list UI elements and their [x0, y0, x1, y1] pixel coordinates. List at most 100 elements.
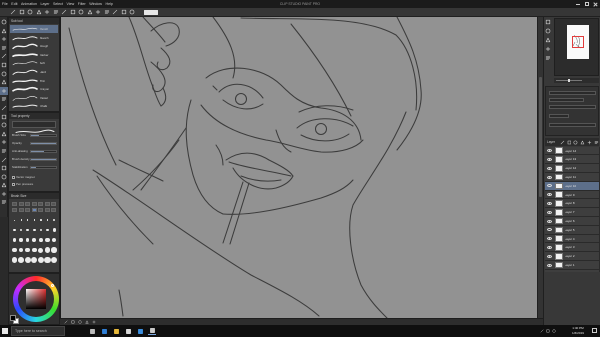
brush-size-dot[interactable]	[25, 238, 30, 242]
move-layer-icon[interactable]	[1, 45, 7, 51]
menu-item-help[interactable]: Help	[106, 0, 113, 8]
layer-effect-field[interactable]	[549, 123, 596, 127]
sub-tool-item[interactable]: Crayon	[10, 85, 58, 93]
blend-mode-field[interactable]	[549, 91, 596, 95]
brush-size-dot[interactable]	[27, 219, 29, 221]
brush-size-dot[interactable]	[19, 228, 23, 232]
brush-size-preset-tab[interactable]	[31, 207, 37, 212]
menu-item-edit[interactable]: Edit	[11, 0, 17, 8]
eye-icon[interactable]	[546, 184, 552, 188]
brush-size-dot[interactable]	[24, 257, 31, 263]
frame-icon[interactable]	[1, 165, 7, 171]
layer-row[interactable]: Layer 1	[545, 261, 599, 270]
redo-icon[interactable]	[44, 9, 50, 15]
eye-icon[interactable]	[546, 219, 552, 223]
new-file-icon[interactable]	[10, 9, 16, 15]
eye-icon[interactable]	[546, 193, 552, 197]
brush-size-preset-tab[interactable]	[25, 202, 30, 206]
gradient-icon[interactable]	[1, 148, 7, 154]
brush-size-dot[interactable]	[44, 247, 51, 253]
brush-icon[interactable]	[1, 96, 7, 102]
selection-icon[interactable]	[1, 53, 7, 59]
layer-property-icon[interactable]	[545, 55, 551, 61]
item-bank-icon[interactable]	[545, 37, 551, 43]
layer-row[interactable]: Layer 12	[545, 165, 599, 173]
brush-size-dot[interactable]	[25, 247, 31, 253]
deselect-icon[interactable]	[95, 9, 101, 15]
brush-size-dot[interactable]	[37, 256, 44, 264]
minimize-icon[interactable]	[573, 0, 582, 8]
network-icon[interactable]	[546, 329, 550, 333]
delete-layer-icon[interactable]	[594, 140, 599, 145]
tool-property-slider[interactable]	[30, 141, 57, 145]
layer-color-field[interactable]	[549, 105, 596, 109]
navigator-zoom-slider[interactable]	[556, 78, 582, 83]
new-vector-layer-icon[interactable]	[567, 140, 572, 145]
sub-tool-item[interactable]: Hard	[10, 68, 58, 76]
layer-row[interactable]: Layer 13	[545, 156, 599, 165]
brush-size-preset-tab[interactable]	[12, 207, 17, 212]
eye-icon[interactable]	[546, 237, 552, 241]
navigator-view-frame[interactable]	[572, 36, 584, 48]
operation-icon[interactable]	[1, 36, 7, 42]
show-selection-icon[interactable]	[112, 9, 118, 15]
brush-size-dot[interactable]	[52, 237, 57, 243]
cut-icon[interactable]	[61, 9, 67, 15]
brush-size-dot[interactable]	[33, 228, 36, 232]
task-view-icon[interactable]	[88, 327, 96, 335]
eye-icon[interactable]	[546, 210, 552, 214]
zoom-in-icon[interactable]	[92, 320, 96, 324]
eye-icon[interactable]	[546, 157, 552, 161]
new-folder-icon[interactable]	[573, 140, 578, 145]
paste-icon[interactable]	[78, 9, 84, 15]
figure-icon[interactable]	[1, 157, 7, 163]
hand-icon[interactable]	[1, 28, 7, 34]
sub-tool-item[interactable]: Rough	[10, 42, 58, 50]
layer-row[interactable]: Layer 7	[545, 209, 599, 217]
rotate-view-icon[interactable]	[71, 320, 75, 324]
eyedropper-icon[interactable]	[1, 71, 7, 77]
eye-icon[interactable]	[546, 201, 552, 205]
mail-icon[interactable]	[136, 327, 144, 335]
ruler-icon[interactable]	[1, 174, 7, 180]
zoom-out-icon[interactable]	[85, 320, 89, 324]
navigator-zoom-knob[interactable]	[568, 78, 570, 83]
tool-property-slider[interactable]	[30, 157, 57, 161]
blend-icon[interactable]	[1, 131, 7, 137]
zoom-icon[interactable]	[1, 19, 7, 25]
brush-size-dot[interactable]	[38, 247, 44, 253]
chevron-up-icon[interactable]	[540, 329, 544, 333]
fill-icon[interactable]	[1, 139, 7, 145]
eye-icon[interactable]	[546, 166, 552, 170]
checkbox[interactable]	[12, 175, 15, 179]
brush-size-dot[interactable]	[50, 256, 58, 264]
sub-tool-item[interactable]: Pencil	[10, 25, 58, 33]
brush-size-dot[interactable]	[26, 228, 29, 232]
menu-item-filter[interactable]: Filter	[78, 0, 86, 8]
menu-item-animation[interactable]: Animation	[21, 0, 37, 8]
layer-row[interactable]: Layer 10	[545, 182, 599, 191]
correct-line-icon[interactable]	[1, 199, 7, 205]
fit-view-icon[interactable]	[64, 320, 68, 324]
taskbar-search-box[interactable]: Type here to search	[11, 326, 65, 336]
pen-icon[interactable]	[1, 79, 7, 85]
eraser-icon[interactable]	[1, 122, 7, 128]
eye-icon[interactable]	[546, 245, 552, 249]
saturation-value-square[interactable]	[26, 289, 46, 309]
airbrush-icon[interactable]	[1, 105, 7, 111]
brush-size-dot[interactable]	[40, 219, 42, 221]
layer-row[interactable]: Layer 4	[545, 235, 599, 244]
sub-tool-item[interactable]: Soft	[10, 59, 58, 67]
store-icon[interactable]	[124, 327, 132, 335]
brush-size-dot[interactable]	[33, 219, 36, 221]
brush-size-dot[interactable]	[46, 219, 49, 221]
brush-size-dot[interactable]	[12, 247, 17, 253]
brush-size-preset-tab[interactable]	[25, 207, 30, 212]
layer-row[interactable]: Layer 8	[545, 200, 599, 209]
brush-size-preset-tab[interactable]	[31, 202, 37, 206]
checkbox[interactable]	[12, 182, 15, 186]
sub-tool-item[interactable]: Sketch	[10, 34, 58, 42]
sub-tool-item[interactable]: Darker	[10, 51, 58, 59]
layer-row[interactable]: Layer 2	[545, 253, 599, 261]
layer-row[interactable]: Layer 6	[545, 217, 599, 226]
